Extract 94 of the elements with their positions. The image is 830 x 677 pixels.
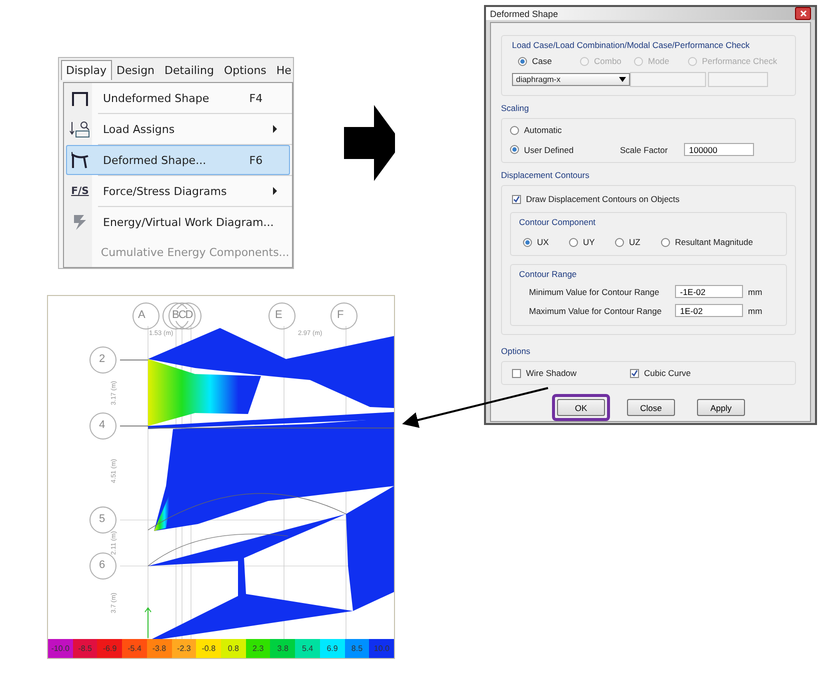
grid-bubble: [132, 302, 160, 330]
field-label: Maximum Value for Contour Range: [529, 306, 663, 316]
load-icon: [69, 120, 91, 138]
radio-label: User Defined: [524, 144, 574, 154]
radio-label: UX: [537, 237, 549, 247]
menu-bar-item[interactable]: Options: [218, 60, 272, 80]
dropdown-arrow-icon: [619, 77, 626, 82]
legend-value: 2.3: [246, 639, 270, 658]
menu-item[interactable]: Load Assigns: [66, 114, 290, 144]
radio-button[interactable]: [510, 126, 519, 134]
deformed-frame-icon: [70, 151, 90, 169]
dialog-button[interactable]: Apply: [697, 399, 745, 416]
menu-bar-item[interactable]: He: [271, 60, 294, 80]
axis-arrow: [144, 607, 152, 638]
group-title: Contour Component: [519, 217, 597, 227]
group-title: Displacement Contours: [501, 170, 590, 180]
radio-button[interactable]: [523, 238, 532, 246]
scale-factor-label: Scale Factor: [620, 144, 669, 154]
menu-item[interactable]: F/S Force/Stress Diagrams: [66, 176, 290, 206]
close-button[interactable]: [795, 7, 811, 20]
grid-bubble: [330, 302, 358, 330]
radio-label: Performance Check: [702, 56, 778, 66]
close-icon: [800, 10, 806, 17]
group-title: Scaling: [501, 103, 530, 113]
legend-value: -2.3: [172, 639, 196, 658]
menu-bar-item[interactable]: Display: [61, 60, 112, 80]
grid-bubble: [268, 302, 296, 330]
scale-factor-field[interactable]: 100000: [684, 143, 754, 156]
grid-line-label: 5: [99, 513, 106, 525]
radio-label: UY: [583, 237, 595, 247]
checkbox[interactable]: [630, 368, 639, 378]
grid-line-label: F: [337, 309, 344, 321]
radio-label: UZ: [629, 237, 640, 247]
grid-line-label: BCD: [172, 309, 192, 321]
title-bar: Deformed Shape: [486, 7, 815, 20]
menu-bar-item[interactable]: Design: [112, 60, 160, 80]
legend-value: 0.8: [221, 639, 246, 658]
group-title: Contour Range: [519, 269, 578, 279]
submenu-arrow-icon: [273, 125, 278, 133]
checkbox[interactable]: [512, 368, 521, 378]
checkbox[interactable]: [512, 194, 521, 204]
legend-value: -6.9: [97, 639, 122, 658]
grid-bubble: [90, 506, 116, 534]
radio-button[interactable]: [615, 238, 624, 246]
dialog-button[interactable]: Close: [627, 399, 675, 416]
case-dropdown[interactable]: diaphragm-x: [512, 73, 630, 86]
contour-range-field[interactable]: 1E-02: [675, 304, 743, 317]
radio-label: Resultant Magnitude: [675, 237, 753, 247]
submenu-arrow-icon: [273, 187, 278, 195]
grid-bubble: [90, 412, 116, 440]
radio-button[interactable]: [518, 56, 527, 66]
grid-line-label: 4: [99, 419, 106, 431]
unit-label: mm: [748, 286, 762, 296]
menu-item[interactable]: Energy/Virtual Work Diagram...: [66, 207, 290, 237]
grid-bubble: [90, 346, 116, 374]
checkbox-label: Wire Shadow: [526, 368, 577, 378]
checkbox-label: Draw Displacement Contours on Objects: [526, 194, 680, 204]
legend-value: -10.0: [48, 639, 73, 658]
grid-bubble: [90, 552, 116, 580]
legend-value: 10.0: [369, 639, 394, 658]
menu-bar-item[interactable]: Detailing: [160, 60, 219, 80]
grid-line-label: A: [138, 309, 146, 321]
grid-line-label: 2: [99, 353, 106, 365]
grid-line-label: E: [275, 309, 282, 321]
group-title: Load Case/Load Combination/Modal Case/Performance Check: [512, 40, 751, 50]
radio-label: Case: [532, 56, 552, 66]
group-title: Options: [501, 346, 532, 356]
grid-bubble: [162, 302, 202, 330]
legend-value: 5.4: [295, 639, 320, 658]
field-label: Minimum Value for Contour Range: [529, 286, 660, 296]
legend-value: -5.4: [122, 639, 147, 658]
radio-label: Mode: [648, 56, 670, 66]
dialog-button[interactable]: OK: [557, 399, 605, 416]
menu-item[interactable]: Undeformed Shape F4: [66, 83, 290, 113]
right-arrow-icon: [344, 105, 395, 181]
menu-item[interactable]: Deformed Shape... F6: [66, 145, 290, 175]
radio-label: Automatic: [524, 125, 562, 135]
legend-value: 3.8: [270, 639, 296, 658]
grid-line-label: 6: [99, 559, 106, 571]
checkbox-label: Cubic Curve: [644, 368, 691, 378]
radio-button[interactable]: [510, 145, 519, 154]
contour-range-field[interactable]: -1E-02: [675, 285, 743, 298]
radio-button[interactable]: [569, 238, 578, 246]
legend-value: -0.8: [196, 639, 222, 658]
radio-label: Combo: [594, 56, 622, 66]
lightning-icon: [72, 213, 88, 231]
legend-value: -8.5: [72, 639, 98, 658]
force-stress-icon: F/S: [71, 186, 89, 196]
legend-value: -3.8: [146, 639, 172, 658]
frame-icon: [71, 90, 89, 106]
legend-value: 6.9: [320, 639, 345, 658]
legend-value: 8.5: [344, 639, 370, 658]
unit-label: mm: [748, 306, 762, 316]
radio-button[interactable]: [661, 238, 670, 246]
